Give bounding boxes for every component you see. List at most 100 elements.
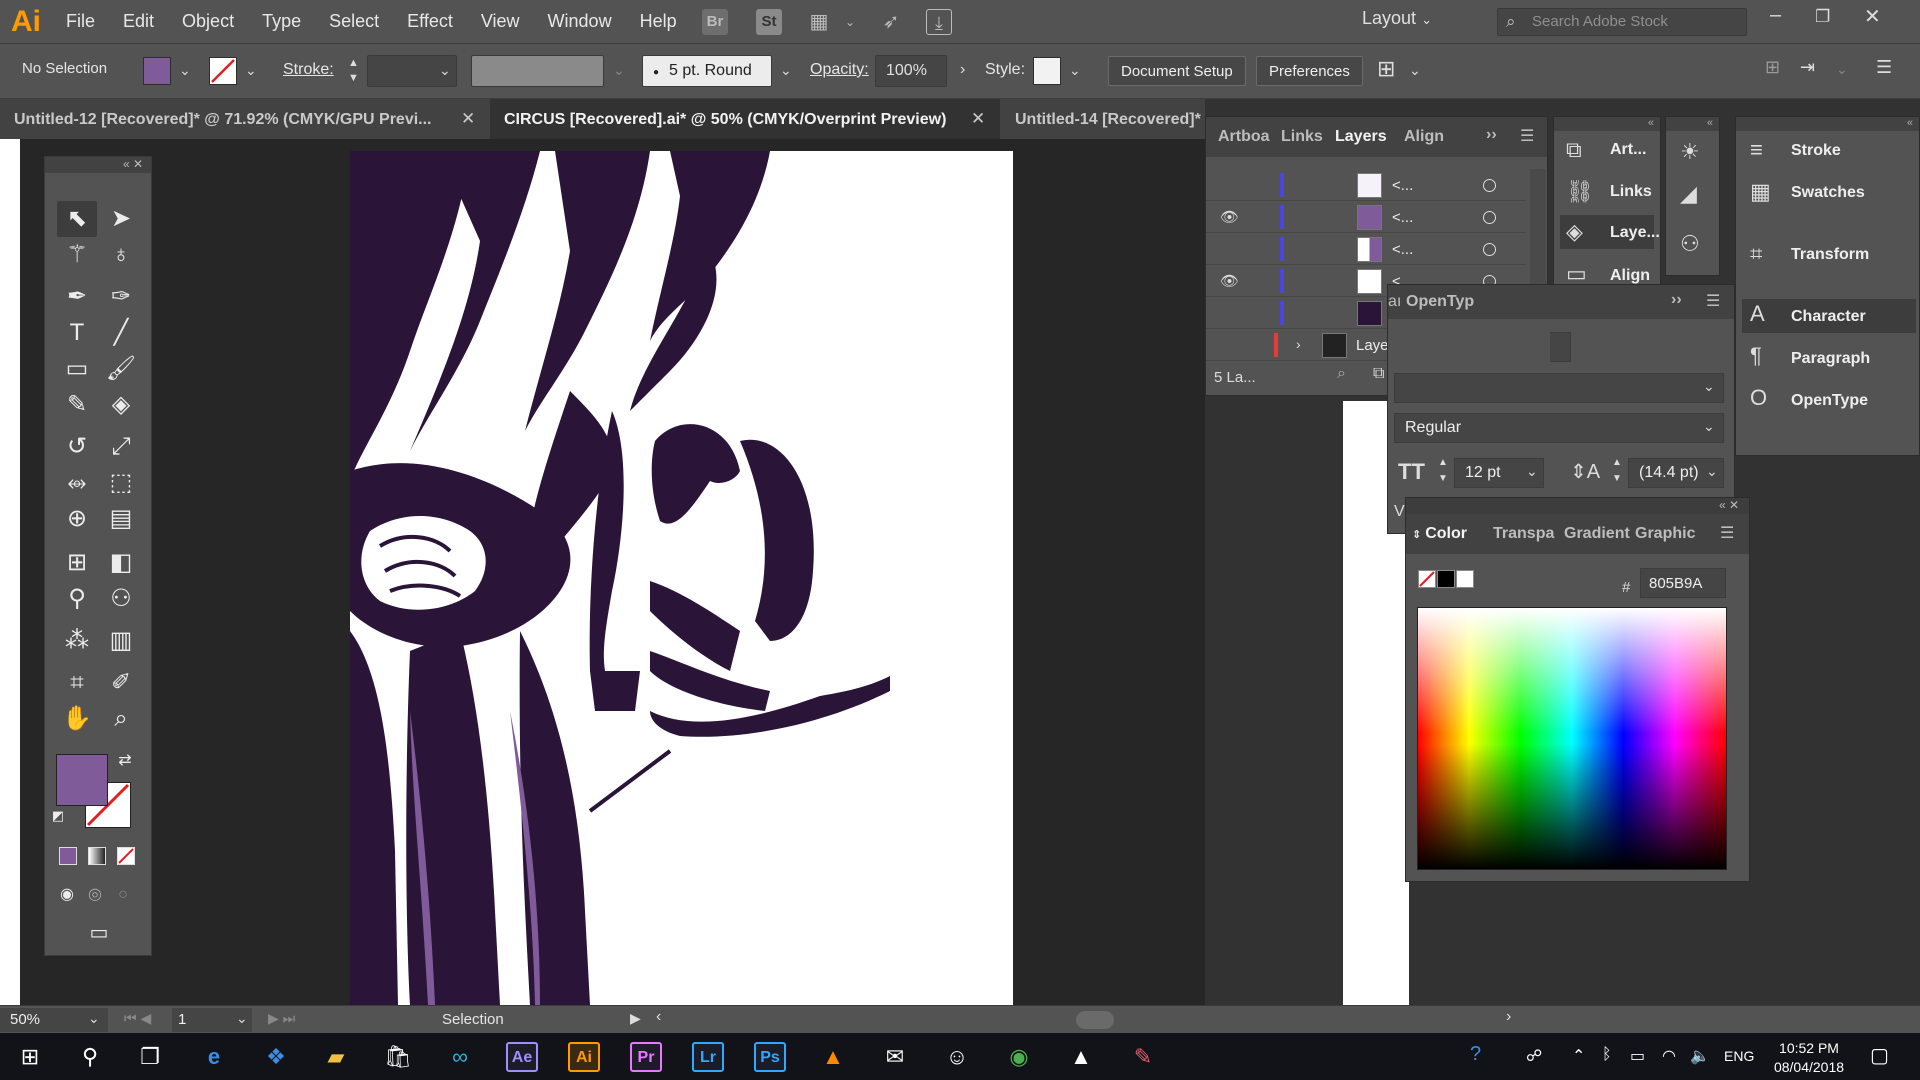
transform-icon[interactable]: ⇥ [1800, 57, 1815, 78]
illustrator-icon[interactable]: Ai [568, 1042, 600, 1072]
stepper-up-icon[interactable]: ▲ [1612, 457, 1622, 468]
none-color-chip[interactable] [1418, 570, 1436, 588]
premiere-icon[interactable]: Pr [630, 1042, 662, 1072]
chevron-down-icon[interactable]: ⌄ [1409, 62, 1421, 79]
layer-row[interactable]: <... [1206, 233, 1526, 265]
stepper-up-icon[interactable]: ▲ [1438, 457, 1448, 468]
free-transform-tool-icon[interactable]: ⬚ [101, 465, 141, 501]
align-icon[interactable]: ⊞ [1377, 56, 1395, 82]
close-icon[interactable]: ✕ [1864, 4, 1881, 29]
menu-edit[interactable]: Edit [109, 11, 168, 32]
chevron-down-icon[interactable]: ⌄ [1836, 61, 1848, 78]
photos-icon[interactable]: ▲ [1063, 1040, 1099, 1074]
task-view-icon[interactable]: ❐ [132, 1040, 168, 1074]
stepper-down-icon[interactable]: ▼ [1438, 473, 1448, 484]
screen-mode-icon[interactable]: ▭ [79, 915, 119, 951]
notifications-icon[interactable]: ▢ [1870, 1043, 1889, 1068]
panel-collapse-icon[interactable]: « ✕ [1406, 498, 1749, 514]
menu-object[interactable]: Object [168, 11, 248, 32]
file-explorer-icon[interactable]: ▰ [318, 1040, 354, 1074]
fill-swatch[interactable] [143, 57, 171, 85]
preferences-button[interactable]: Preferences [1256, 56, 1363, 86]
infinity-app-icon[interactable]: ∞ [442, 1040, 478, 1074]
chevron-down-icon[interactable]: ⌄ [439, 62, 451, 79]
pen-tool-icon[interactable]: ✒ [57, 279, 97, 315]
dock-opentype[interactable]: OpenType [1791, 392, 1868, 410]
tab-graphic-styles[interactable]: Graphic [1635, 525, 1695, 543]
paintbrush-tool-icon[interactable]: 🖌 [101, 351, 141, 387]
first-artboard-icon[interactable]: ⏮ ◀ [124, 1010, 151, 1027]
lightroom-icon[interactable]: Lr [692, 1042, 724, 1072]
feather-icon[interactable]: ➶ [878, 9, 904, 35]
close-icon[interactable]: ✕ [461, 109, 475, 129]
chevron-down-icon[interactable]: ⌄ [179, 62, 191, 79]
dock-paragraph[interactable]: Paragraph [1791, 350, 1870, 368]
layer-name[interactable]: <... [1392, 241, 1413, 258]
width-tool-icon[interactable]: ⥈ [57, 465, 97, 501]
close-icon[interactable]: ✕ [971, 109, 985, 129]
panel-collapse-icon[interactable]: « ✕ [45, 157, 151, 173]
paint-icon[interactable]: ✎ [1125, 1040, 1161, 1074]
chevron-down-icon[interactable]: ⌄ [245, 62, 257, 79]
people-icon[interactable]: ☍ [1526, 1046, 1542, 1066]
slice-tool-icon[interactable]: ✐ [101, 665, 141, 701]
document-setup-button[interactable]: Document Setup [1108, 56, 1246, 86]
magic-wand-tool-icon[interactable]: ⚚ [57, 237, 97, 273]
menu-help[interactable]: Help [626, 11, 691, 32]
line-tool-icon[interactable]: ╱ [101, 315, 141, 351]
zoom-tool-icon[interactable]: ⌕ [101, 701, 141, 737]
target-icon[interactable] [1483, 179, 1496, 192]
dock-layers[interactable]: Laye... [1610, 224, 1660, 242]
default-fill-stroke-icon[interactable]: ◩ [49, 807, 67, 825]
tab-character-partial[interactable]: aı [1388, 293, 1401, 311]
fill-color-box[interactable] [56, 754, 108, 806]
menu-type[interactable]: Type [248, 11, 315, 32]
chevron-down-icon[interactable]: ⌄ [837, 9, 863, 35]
rotate-tool-icon[interactable]: ↺ [57, 429, 97, 465]
scale-tool-icon[interactable]: ⤢ [101, 429, 141, 465]
expand-icon[interactable]: ›› [1486, 126, 1497, 144]
hand-tool-icon[interactable]: ✋ [57, 701, 97, 737]
variable-width-profile[interactable] [471, 55, 604, 87]
taskbar-clock[interactable]: 10:52 PM 08/04/2018 [1770, 1039, 1848, 1077]
search-icon[interactable]: ⚲ [72, 1040, 108, 1074]
tab-untitled-14[interactable]: Untitled-14 [Recovered]* [1001, 99, 1205, 139]
color-spectrum[interactable] [1417, 607, 1727, 870]
eye-icon[interactable]: 👁 [1220, 208, 1239, 226]
menu-effect[interactable]: Effect [393, 11, 467, 32]
selection-tool-icon[interactable]: ⬉ [57, 201, 97, 237]
eyedropper-tool-icon[interactable]: ⚲ [57, 581, 97, 617]
font-family-field-edge[interactable] [1550, 332, 1571, 362]
help-icon[interactable]: ? [1470, 1043, 1481, 1066]
show-hidden-icons[interactable]: ⌃ [1572, 1046, 1585, 1066]
dock-collapse-icon[interactable]: « [1736, 117, 1919, 131]
type-tool-icon[interactable]: T [57, 315, 97, 351]
rectangle-tool-icon[interactable]: ▭ [57, 351, 97, 387]
dock-collapse-icon[interactable]: « [1554, 117, 1660, 131]
stroke-label[interactable]: Stroke: [283, 61, 334, 79]
shape-builder-tool-icon[interactable]: ⊕ [57, 501, 97, 537]
layer-row[interactable]: 👁 <... [1206, 201, 1526, 233]
volume-icon[interactable]: 🔈 [1690, 1046, 1710, 1066]
photo-app-icon[interactable]: ☺ [939, 1040, 975, 1074]
tab-untitled-12[interactable]: Untitled-12 [Recovered]* @ 71.92% (CMYK/… [0, 99, 490, 139]
appearance-icon[interactable]: ☀ [1680, 139, 1700, 165]
scroll-left-icon[interactable]: ‹ [656, 1008, 661, 1026]
language-indicator[interactable]: ENG [1724, 1048, 1754, 1064]
curvature-tool-icon[interactable]: ✑ [101, 279, 141, 315]
expand-icon[interactable]: ›› [1671, 291, 1682, 309]
battery-icon[interactable]: ▭ [1630, 1046, 1645, 1066]
tab-gradient[interactable]: Gradient [1564, 525, 1630, 543]
bridge-icon[interactable]: Br [702, 9, 728, 35]
tab-circus[interactable]: CIRCUS [Recovered].ai* @ 50% (CMYK/Overp… [490, 99, 1000, 139]
panel-menu-icon[interactable]: ☰ [1706, 291, 1720, 311]
wifi-icon[interactable]: ◠ [1662, 1046, 1676, 1066]
shaper-tool-icon[interactable]: ✎ [57, 387, 97, 423]
chevron-down-icon[interactable]: ⌄ [780, 62, 792, 79]
chevron-down-icon[interactable]: ⌄ [1703, 418, 1715, 435]
tab-layers[interactable]: Layers [1335, 128, 1387, 146]
panel-menu-icon[interactable]: ☰ [1520, 126, 1534, 146]
locate-object-icon[interactable]: ⌕ [1337, 365, 1346, 383]
menu-select[interactable]: Select [315, 11, 393, 32]
chevron-down-icon[interactable]: ⌄ [1526, 463, 1538, 480]
